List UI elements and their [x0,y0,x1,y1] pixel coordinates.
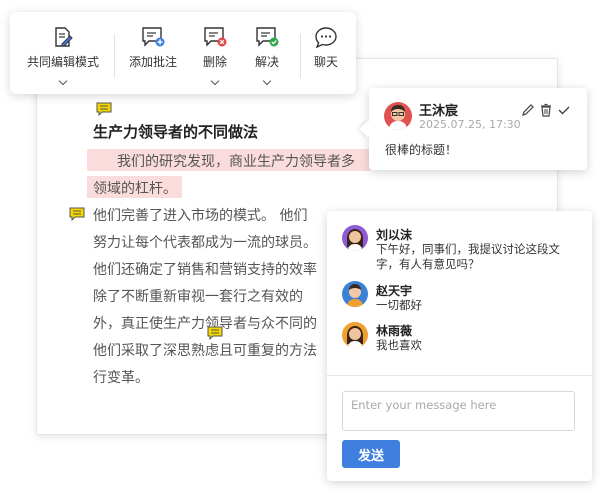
document-line: 他们完善了进入市场的模式。 他们 [93,208,308,224]
chevron-down-icon [262,76,272,86]
comment-marker-icon[interactable] [96,102,112,116]
comment-text: 很棒的标题！ [385,143,458,157]
chat-message-input[interactable] [342,391,575,431]
toolbar-divider [114,34,115,78]
avatar [342,281,368,307]
review-toolbar: 共同编辑模式 添加批注 删除 解决 聊天 [10,12,356,94]
comment-popup: 王沐宸 2025.07.25, 17:30 很棒的标题！ [369,88,587,170]
comment-marker-icon[interactable] [207,326,223,340]
chat-panel: 刘以沫 下午好，同事们，我提议讨论这段文字，有人有意见吗？ 赵天宇 一切都好 林… [327,211,592,481]
document-line: 领域的杠杆。 [93,181,177,197]
avatar [342,225,368,251]
resolve-label: 解决 [254,55,279,69]
co-edit-mode-label: 共同编辑模式 [26,55,99,69]
document-line: 他们采取了深思熟虑且可重复的方法 [93,343,317,359]
document-title: 生产力领导者的不同做法 [93,123,259,141]
chat-message-text: 我也喜欢 [376,338,422,352]
document-line: 行变革。 [93,370,149,386]
chat-message-text: 下午好，同事们，我提议讨论这段文字，有人有意见吗？ [376,242,560,271]
co-edit-mode-button[interactable]: 共同编辑模式 [16,12,110,94]
toolbar-divider [300,34,301,78]
chevron-down-icon [210,76,220,86]
edit-pencil-icon[interactable] [521,103,535,117]
add-comment-button[interactable]: 添加批注 [122,12,184,94]
document-edit-icon [55,27,73,47]
chat-message-author: 刘以沫 [376,228,413,242]
add-comment-icon [142,27,165,47]
send-button[interactable]: 发送 [342,440,400,468]
document-line: 外，真正使生产力领导者与众不同的 [93,316,317,332]
add-comment-label: 添加批注 [128,55,177,69]
document-line: 他们还确定了销售和营销支持的效率 [93,262,317,278]
chevron-down-icon [58,76,68,86]
document-line: 我们的研究发现，商业生产力领导者多 [117,154,355,170]
chat-message-text: 一切都好 [376,298,422,312]
trash-icon[interactable] [539,103,553,117]
resolve-comment-icon [256,27,279,47]
chat-button[interactable]: 聊天 [308,12,344,94]
avatar [342,322,368,348]
document-line: 努力让每个代表都成为一流的球员。 [93,235,317,251]
chat-message-author: 林雨薇 [376,324,413,338]
avatar [384,102,412,130]
resolve-comment-button[interactable]: 解决 [248,12,286,94]
checkmark-icon[interactable] [557,103,571,117]
document-line: 除了不断重新审视一套行之有效的 [93,289,303,305]
chat-message-author: 赵天宇 [376,284,413,298]
comment-timestamp: 2025.07.25, 17:30 [419,118,521,131]
comment-author: 王沐宸 [419,104,459,119]
delete-label: 删除 [202,55,227,69]
comment-marker-icon[interactable] [69,207,85,221]
delete-comment-icon [204,27,227,47]
chat-bubble-icon [315,27,337,48]
chat-label: 聊天 [313,55,338,69]
delete-comment-button[interactable]: 删除 [196,12,234,94]
chat-divider [327,375,592,376]
